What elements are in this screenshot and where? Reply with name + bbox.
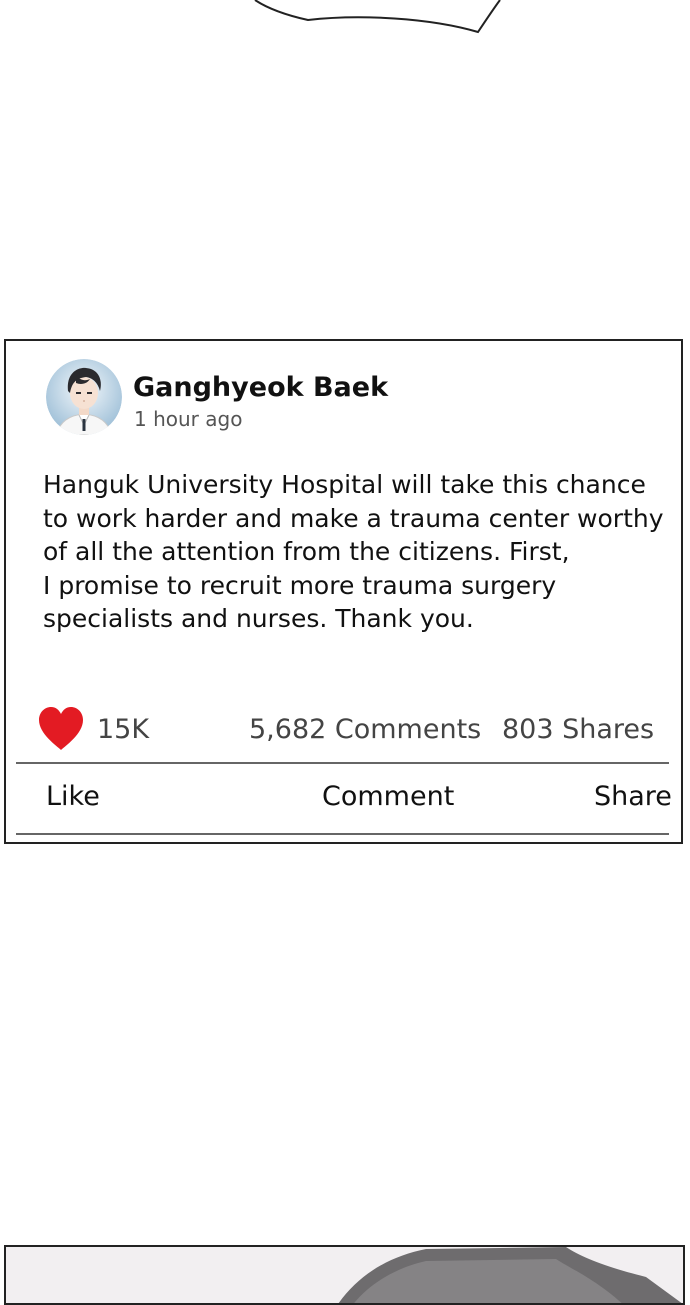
heart-icon[interactable] [37,706,85,752]
like-button[interactable]: Like [46,781,100,812]
next-comic-panel [4,1245,685,1305]
post-timestamp: 1 hour ago [134,407,243,431]
post-body-line: I promise to recruit more trauma surgery [43,570,557,600]
post-body: Hanguk University Hospital will take thi… [43,468,678,636]
comment-count[interactable]: 5,682 Comments [249,714,481,745]
like-count: 15K [97,714,150,745]
share-count[interactable]: 803 Shares [502,714,654,745]
speech-bubble-tail [254,0,501,34]
share-button[interactable]: Share [594,781,672,812]
post-body-line: specialists and nurses. Thank you. [43,604,474,633]
post-body-line: Hanguk University Hospital will take thi… [43,470,646,499]
divider [16,762,669,764]
social-post-card: Ganghyeok Baek 1 hour ago Hanguk Univers… [4,339,683,844]
avatar[interactable] [46,359,122,435]
divider [16,833,669,835]
author-name[interactable]: Ganghyeok Baek [133,372,388,403]
comment-button[interactable]: Comment [322,781,454,812]
post-body-line: to work harder and make a trauma center … [43,503,664,533]
post-body-line: of all the attention from the citizens. … [43,537,570,566]
post-stats: 15K 5,682 Comments 803 Shares [6,706,681,754]
